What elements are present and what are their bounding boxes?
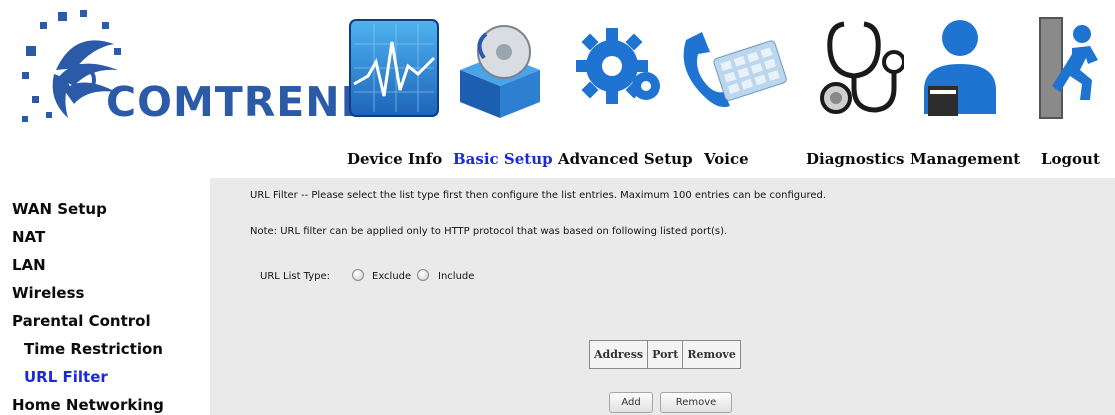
nav-management[interactable]: Management <box>910 150 1020 168</box>
setup-box-disc-icon[interactable] <box>450 14 550 122</box>
sidebar: WAN Setup NAT LAN Wireless Parental Cont… <box>0 178 210 415</box>
sidebar-item-wan-setup[interactable]: WAN Setup <box>12 200 107 218</box>
intro-text: URL Filter -- Please select the list typ… <box>250 190 827 201</box>
sidebar-item-time-restriction[interactable]: Time Restriction <box>24 340 163 358</box>
url-list-type-label: URL List Type: <box>260 271 331 282</box>
main-content: URL Filter -- Please select the list typ… <box>210 178 1115 415</box>
include-radio[interactable] <box>417 269 429 281</box>
note-text: Note: URL filter can be applied only to … <box>250 226 728 237</box>
url-filter-table: Address Port Remove <box>588 340 741 369</box>
column-header-remove: Remove <box>682 340 741 369</box>
nav-logout[interactable]: Logout <box>1041 150 1100 168</box>
table-header-row: Address Port Remove <box>588 340 741 369</box>
add-button[interactable]: Add <box>609 392 653 413</box>
pulse-monitor-icon[interactable] <box>346 14 442 122</box>
include-label: Include <box>438 271 475 282</box>
user-admin-icon[interactable] <box>918 14 1002 122</box>
header: COMTREND Device Info Basic Setup Advance… <box>0 0 1115 178</box>
nav-advanced-setup[interactable]: Advanced Setup <box>558 150 693 168</box>
exclude-label: Exclude <box>372 271 412 282</box>
stethoscope-icon[interactable] <box>814 14 904 122</box>
nav-device-info[interactable]: Device Info <box>347 150 442 168</box>
brand-name: COMTREND <box>106 78 376 126</box>
gears-icon[interactable] <box>572 14 668 122</box>
sidebar-item-wireless[interactable]: Wireless <box>12 284 84 302</box>
nav-basic-setup[interactable]: Basic Setup <box>453 150 553 168</box>
sidebar-item-lan[interactable]: LAN <box>12 256 46 274</box>
exclude-radio[interactable] <box>352 269 364 281</box>
sidebar-item-parental-control[interactable]: Parental Control <box>12 312 151 330</box>
phone-handset-icon[interactable] <box>668 14 788 122</box>
exit-door-icon[interactable] <box>1036 14 1106 122</box>
column-header-port: Port <box>647 340 684 369</box>
sidebar-item-url-filter[interactable]: URL Filter <box>24 368 108 386</box>
column-header-address: Address <box>588 340 649 369</box>
remove-button[interactable]: Remove <box>660 392 732 413</box>
nav-voice[interactable]: Voice <box>704 150 749 168</box>
nav-diagnostics[interactable]: Diagnostics <box>806 150 904 168</box>
sidebar-item-home-networking[interactable]: Home Networking <box>12 396 164 414</box>
sidebar-item-nat[interactable]: NAT <box>12 228 45 246</box>
